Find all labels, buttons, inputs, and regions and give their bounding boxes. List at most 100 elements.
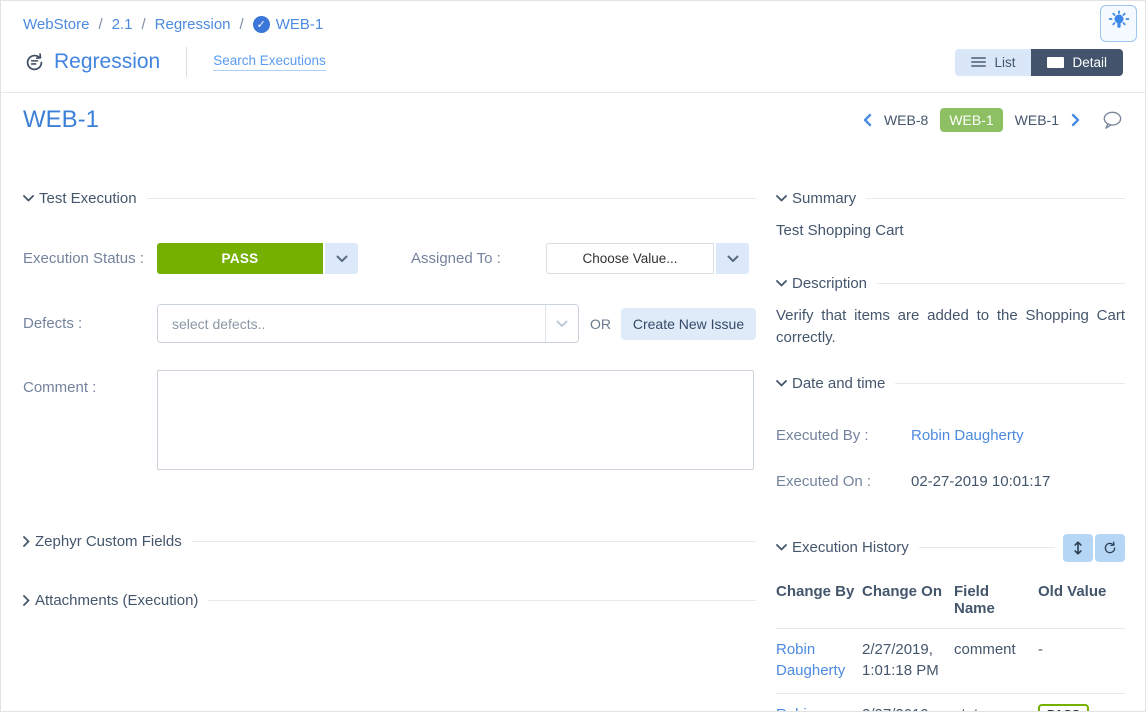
execution-title: WEB-1 xyxy=(23,106,99,134)
summary-text: Test Shopping Cart xyxy=(776,222,1125,239)
column-header: Change By xyxy=(776,583,862,617)
section-execution-history[interactable]: Execution History xyxy=(776,534,1125,562)
breadcrumb-separator: / xyxy=(98,16,102,33)
section-title: Summary xyxy=(792,190,856,207)
view-toggle: List Detail xyxy=(955,49,1123,76)
section-date-time[interactable]: Date and time xyxy=(776,375,1125,392)
comment-label: Comment : xyxy=(23,370,157,396)
pager-item-next[interactable]: WEB-1 xyxy=(1015,112,1059,128)
history-actions xyxy=(1063,534,1125,562)
section-line xyxy=(877,283,1125,284)
change-by-link[interactable]: Robin Daugherty xyxy=(776,639,862,683)
status-row: Execution Status : PASS Assigned To : Ch… xyxy=(23,243,756,274)
column-header: Field Name xyxy=(954,583,1038,617)
defects-placeholder: select defects.. xyxy=(172,316,265,332)
executed-by-row: Executed By : Robin Daugherty xyxy=(776,427,1125,444)
breadcrumb-version[interactable]: 2.1 xyxy=(112,16,133,33)
detail-icon xyxy=(1047,57,1064,68)
pager-item-current[interactable]: WEB-1 xyxy=(940,108,1002,132)
breadcrumb-execution[interactable]: ✓ WEB-1 xyxy=(253,16,324,33)
history-table: Change By Change On Field Name Old Value… xyxy=(776,575,1125,712)
execution-status-dropdown[interactable] xyxy=(325,243,358,274)
field-name-cell: status xyxy=(954,704,1038,712)
chevron-right-icon xyxy=(23,536,30,547)
sort-button[interactable] xyxy=(1063,534,1093,562)
lightbulb-icon xyxy=(1107,9,1131,38)
cycle-header: Regression Search Executions List Detail xyxy=(1,47,1145,77)
section-line xyxy=(919,547,1055,548)
status-badge: PASS xyxy=(1038,704,1089,712)
assigned-to-dropdown[interactable] xyxy=(716,243,749,274)
chevron-down-icon xyxy=(23,195,34,202)
detail-view-button[interactable]: Detail xyxy=(1031,49,1123,76)
old-value-cell: PASS xyxy=(1038,704,1119,712)
breadcrumb: WebStore / 2.1 / Regression / ✓ WEB-1 xyxy=(1,1,1145,33)
main-content: Test Execution Execution Status : PASS A… xyxy=(1,190,1145,712)
table-row: Robin Daugherty 2/27/2019, 1:01:18 PM co… xyxy=(776,629,1125,695)
breadcrumb-separator: / xyxy=(240,16,244,33)
section-line xyxy=(895,383,1125,384)
change-on-cell: 2/27/2019, 1:01:17 PM xyxy=(862,704,954,712)
right-column: Summary Test Shopping Cart Description V… xyxy=(776,190,1125,712)
section-title: Date and time xyxy=(792,375,885,392)
comment-row: Comment : xyxy=(23,370,756,470)
execution-pager: WEB-8 WEB-1 WEB-1 xyxy=(862,108,1123,132)
comment-textarea[interactable] xyxy=(157,370,754,470)
assigned-to-label: Assigned To : xyxy=(411,250,546,267)
list-icon xyxy=(971,57,986,67)
section-title: Description xyxy=(792,275,867,292)
cycle-title: Regression xyxy=(54,50,160,74)
execution-status-button[interactable]: PASS xyxy=(157,243,323,274)
defects-caret-icon[interactable] xyxy=(545,305,578,342)
section-title: Zephyr Custom Fields xyxy=(35,533,182,550)
detail-view-label: Detail xyxy=(1072,55,1107,70)
breadcrumb-execution-label: WEB-1 xyxy=(276,16,324,33)
defects-row: Defects : select defects.. OR Create New… xyxy=(23,304,756,343)
section-custom-fields[interactable]: Zephyr Custom Fields xyxy=(23,533,756,550)
executed-by-link[interactable]: Robin Daugherty xyxy=(911,427,1024,444)
chevron-down-icon xyxy=(776,380,787,387)
defects-label: Defects : xyxy=(23,315,157,332)
hints-button[interactable] xyxy=(1100,5,1137,42)
execution-detail-page: WebStore / 2.1 / Regression / ✓ WEB-1 xyxy=(0,0,1146,712)
comments-button[interactable] xyxy=(1101,110,1123,130)
refresh-button[interactable] xyxy=(1095,534,1125,562)
history-table-header: Change By Change On Field Name Old Value xyxy=(776,575,1125,629)
section-line xyxy=(192,541,756,542)
executed-on-value: 02-27-2019 10:01:17 xyxy=(911,473,1050,490)
prev-execution-button[interactable] xyxy=(862,113,872,127)
cycle-refresh-icon xyxy=(23,51,46,74)
search-executions-link[interactable]: Search Executions xyxy=(213,53,326,71)
defects-select[interactable]: select defects.. xyxy=(157,304,579,343)
column-header: Old Value xyxy=(1038,583,1119,617)
section-test-execution[interactable]: Test Execution xyxy=(23,190,756,207)
executed-by-label: Executed By : xyxy=(776,427,911,444)
breadcrumb-project[interactable]: WebStore xyxy=(23,16,89,33)
execution-title-row: WEB-1 WEB-8 WEB-1 WEB-1 xyxy=(1,93,1145,134)
create-new-issue-button[interactable]: Create New Issue xyxy=(621,308,756,340)
table-row: Robin Daugherty 2/27/2019, 1:01:17 PM st… xyxy=(776,694,1125,712)
section-attachments[interactable]: Attachments (Execution) xyxy=(23,592,756,609)
change-by-link[interactable]: Robin Daugherty xyxy=(776,704,862,712)
pager-item-prev[interactable]: WEB-8 xyxy=(884,112,928,128)
section-summary[interactable]: Summary xyxy=(776,190,1125,207)
description-text: Verify that items are added to the Shopp… xyxy=(776,305,1125,349)
old-value-cell: - xyxy=(1038,639,1119,683)
section-title: Test Execution xyxy=(39,190,137,207)
breadcrumb-cycle[interactable]: Regression xyxy=(155,16,231,33)
check-circle-icon: ✓ xyxy=(253,16,270,33)
section-description[interactable]: Description xyxy=(776,275,1125,292)
section-line xyxy=(208,600,756,601)
left-column: Test Execution Execution Status : PASS A… xyxy=(23,190,756,712)
assigned-to-button[interactable]: Choose Value... xyxy=(546,243,714,274)
column-header: Change On xyxy=(862,583,954,617)
chevron-down-icon xyxy=(776,544,787,551)
section-line xyxy=(866,198,1125,199)
section-line xyxy=(147,198,756,199)
vertical-divider xyxy=(186,47,187,77)
breadcrumb-separator: / xyxy=(141,16,145,33)
executed-on-label: Executed On : xyxy=(776,473,911,490)
change-on-cell: 2/27/2019, 1:01:18 PM xyxy=(862,639,954,683)
list-view-button[interactable]: List xyxy=(955,49,1031,76)
next-execution-button[interactable] xyxy=(1071,113,1081,127)
